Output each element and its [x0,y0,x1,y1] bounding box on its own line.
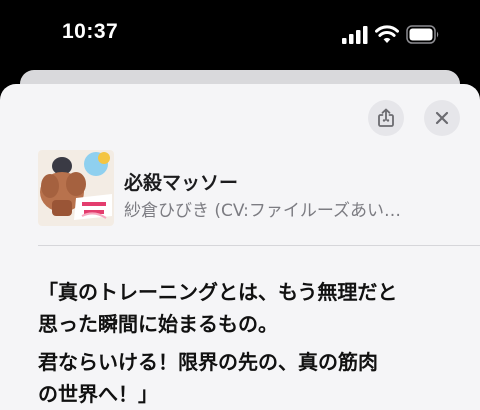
battery-icon [406,25,439,44]
close-button[interactable] [424,100,460,136]
share-button[interactable] [368,100,404,136]
lyric-line[interactable]: 「真のトレーニングとは、もう無理だと [38,276,468,305]
track-title: 必殺マッソー [124,172,239,194]
status-time: 10:37 [62,20,119,43]
lyric-line[interactable]: の世界へ！」 [38,378,468,407]
track-artist: 紗倉ひびき (CV:ファイルーズあい… [124,201,402,221]
wifi-icon [375,25,399,43]
lyric-line[interactable]: 君ならいける！限界の先の、真の筋肉 [38,346,468,375]
signal-icon [342,26,368,44]
screen: 10:37 必殺マッソー 紗倉ひびき (CV:ファイルーズあい… 「真のトレーニ… [0,0,480,410]
close-icon [435,111,449,125]
share-quote-icon [378,108,394,127]
album-artwork [38,150,114,226]
status-bar: 10:37 [0,0,480,66]
lyric-line[interactable]: 思った瞬間に始まるもの。 [38,308,468,337]
divider [38,245,480,246]
